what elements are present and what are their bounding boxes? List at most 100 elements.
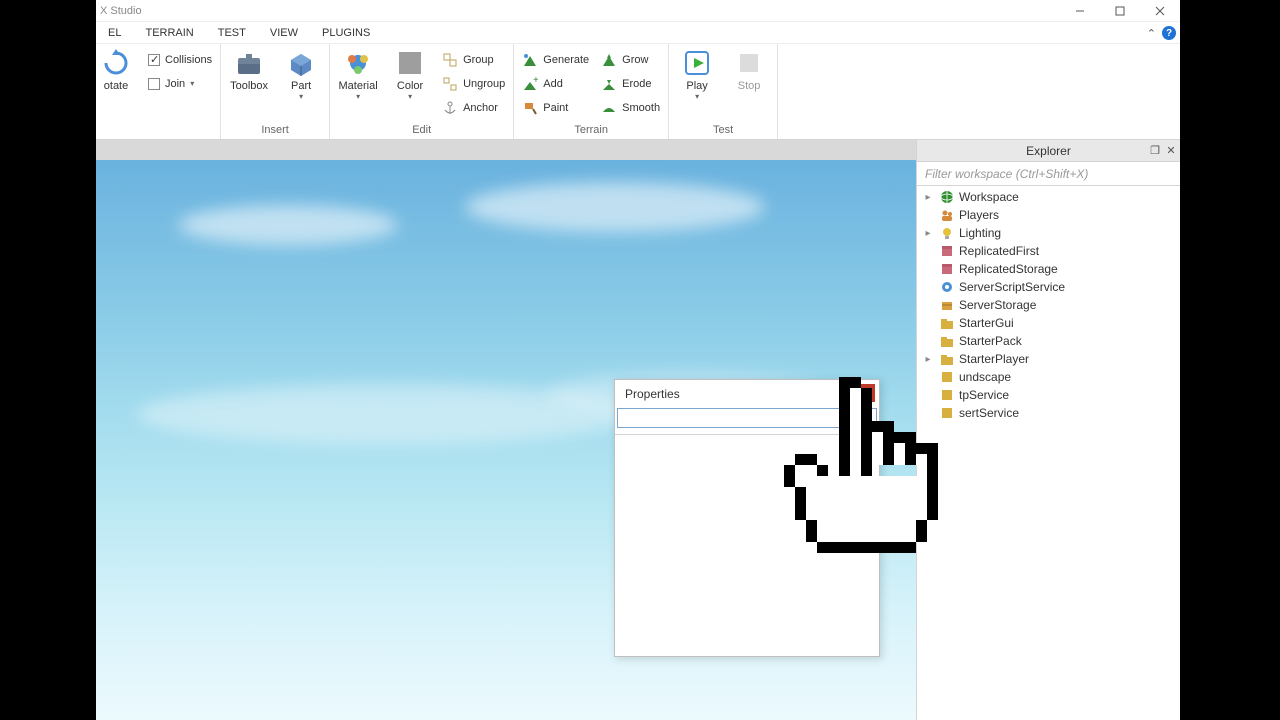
explorer-undock-icon[interactable]: ❐ (1148, 144, 1162, 158)
note-icon (939, 387, 955, 403)
svg-text:+: + (533, 76, 538, 86)
play-icon (682, 48, 712, 78)
group-button[interactable]: Group (442, 50, 505, 70)
tree-expander-icon[interactable]: ▸ (921, 228, 935, 239)
tab-terrain[interactable]: TERRAIN (133, 22, 205, 44)
test-group-label: Test (677, 122, 769, 139)
erode-label: Erode (622, 78, 651, 90)
insert-group-label: Insert (229, 122, 321, 139)
tab-plugins[interactable]: PLUGINS (310, 22, 382, 44)
stop-button[interactable]: Stop (729, 48, 769, 92)
rotate-label: otate (104, 80, 128, 92)
tree-item[interactable]: StarterGui (917, 314, 1180, 332)
collisions-label: Collisions (165, 54, 212, 66)
anchor-icon (442, 100, 458, 116)
explorer-tree[interactable]: ▸Workspace Players ▸ Lighting ReplicatedFirs… (917, 186, 1180, 720)
color-icon (395, 48, 425, 78)
paint-label: Paint (543, 102, 568, 114)
erode-icon (601, 76, 617, 92)
stop-label: Stop (738, 80, 761, 92)
join-toggle[interactable]: Join ▾ (148, 74, 212, 94)
maximize-button[interactable] (1100, 0, 1140, 22)
explorer-title: Explorer (1026, 144, 1071, 158)
properties-title: Properties (625, 387, 680, 401)
grow-button[interactable]: Grow (601, 50, 660, 70)
properties-window[interactable]: Properties ✕ (614, 379, 880, 657)
tree-item[interactable]: ServerStorage (917, 296, 1180, 314)
bulb-icon (939, 225, 955, 241)
grow-icon (601, 52, 617, 68)
material-button[interactable]: Material ▾ (338, 48, 378, 100)
tree-item[interactable]: ▸StarterPlayer (917, 350, 1180, 368)
tree-item-label: Lighting (959, 226, 1001, 240)
tree-item[interactable]: ▸Workspace (917, 188, 1180, 206)
erode-button[interactable]: Erode (601, 74, 660, 94)
ungroup-icon (442, 76, 458, 92)
tree-item-label: ReplicatedStorage (959, 262, 1058, 276)
smooth-icon (601, 100, 617, 116)
group-icon (442, 52, 458, 68)
tab-view[interactable]: VIEW (258, 22, 310, 44)
ungroup-label: Ungroup (463, 78, 505, 90)
explorer-panel: Explorer ❐ ✕ ▸Workspace Players ▸ Lighting R… (916, 140, 1180, 720)
generate-icon (522, 52, 538, 68)
toolbox-button[interactable]: Toolbox (229, 48, 269, 92)
rotate-icon (101, 48, 131, 78)
people-icon (939, 207, 955, 223)
rotate-button[interactable]: otate (96, 48, 136, 92)
close-button[interactable] (1140, 0, 1180, 22)
tree-item-label: tpService (959, 388, 1009, 402)
tree-item-label: sertService (959, 406, 1019, 420)
help-icon[interactable]: ? (1162, 26, 1176, 40)
color-button[interactable]: Color ▾ (390, 48, 430, 100)
explorer-header[interactable]: Explorer ❐ ✕ (917, 140, 1180, 162)
material-icon (343, 48, 373, 78)
tree-item-label: undscape (959, 370, 1011, 384)
tree-item[interactable]: StarterPack (917, 332, 1180, 350)
stop-icon (734, 48, 764, 78)
part-button[interactable]: Part ▾ (281, 48, 321, 100)
play-button[interactable]: Play ▾ (677, 48, 717, 100)
tree-item[interactable]: tpService (917, 386, 1180, 404)
tree-item[interactable]: undscape (917, 368, 1180, 386)
tree-item-label: StarterGui (959, 316, 1014, 330)
play-label: Play (686, 80, 707, 92)
folder-icon (939, 315, 955, 331)
explorer-filter-input[interactable] (917, 162, 1180, 186)
generate-button[interactable]: Generate (522, 50, 589, 70)
tree-item[interactable]: ▸ Lighting (917, 224, 1180, 242)
titlebar: X Studio (96, 0, 1180, 22)
tree-expander-icon[interactable]: ▸ (921, 354, 935, 365)
properties-titlebar[interactable]: Properties ✕ (615, 380, 879, 408)
box-icon (939, 243, 955, 259)
paint-button[interactable]: Paint (522, 98, 589, 118)
anchor-button[interactable]: Anchor (442, 98, 505, 118)
minimize-button[interactable] (1060, 0, 1100, 22)
collisions-toggle[interactable]: ✓ Collisions (148, 50, 212, 70)
tab-model[interactable]: EL (96, 22, 133, 44)
folder-icon (939, 333, 955, 349)
globe-icon (939, 189, 955, 205)
tree-item[interactable]: ReplicatedFirst (917, 242, 1180, 260)
smooth-label: Smooth (622, 102, 660, 114)
smooth-button[interactable]: Smooth (601, 98, 660, 118)
explorer-close-icon[interactable]: ✕ (1164, 144, 1178, 158)
part-label: Part (291, 80, 311, 92)
tree-expander-icon[interactable]: ▸ (921, 192, 935, 203)
gear-icon (939, 279, 955, 295)
box2-icon (939, 297, 955, 313)
ungroup-button[interactable]: Ungroup (442, 74, 505, 94)
properties-filter-input[interactable] (617, 408, 877, 428)
collapse-ribbon-icon[interactable]: ⌃ (1147, 27, 1156, 40)
add-button[interactable]: + Add (522, 74, 589, 94)
tree-item-label: Players (959, 208, 999, 222)
properties-close-button[interactable]: ✕ (855, 384, 875, 402)
tree-item[interactable]: ServerScriptService (917, 278, 1180, 296)
tree-item-label: StarterPack (959, 334, 1022, 348)
tree-item[interactable]: ReplicatedStorage (917, 260, 1180, 278)
tree-item[interactable]: sertService (917, 404, 1180, 422)
tree-item[interactable]: Players (917, 206, 1180, 224)
terrain-group-label: Terrain (522, 122, 660, 139)
menu-tabs: EL TERRAIN TEST VIEW PLUGINS ⌃ ? (96, 22, 1180, 44)
tab-test[interactable]: TEST (206, 22, 258, 44)
